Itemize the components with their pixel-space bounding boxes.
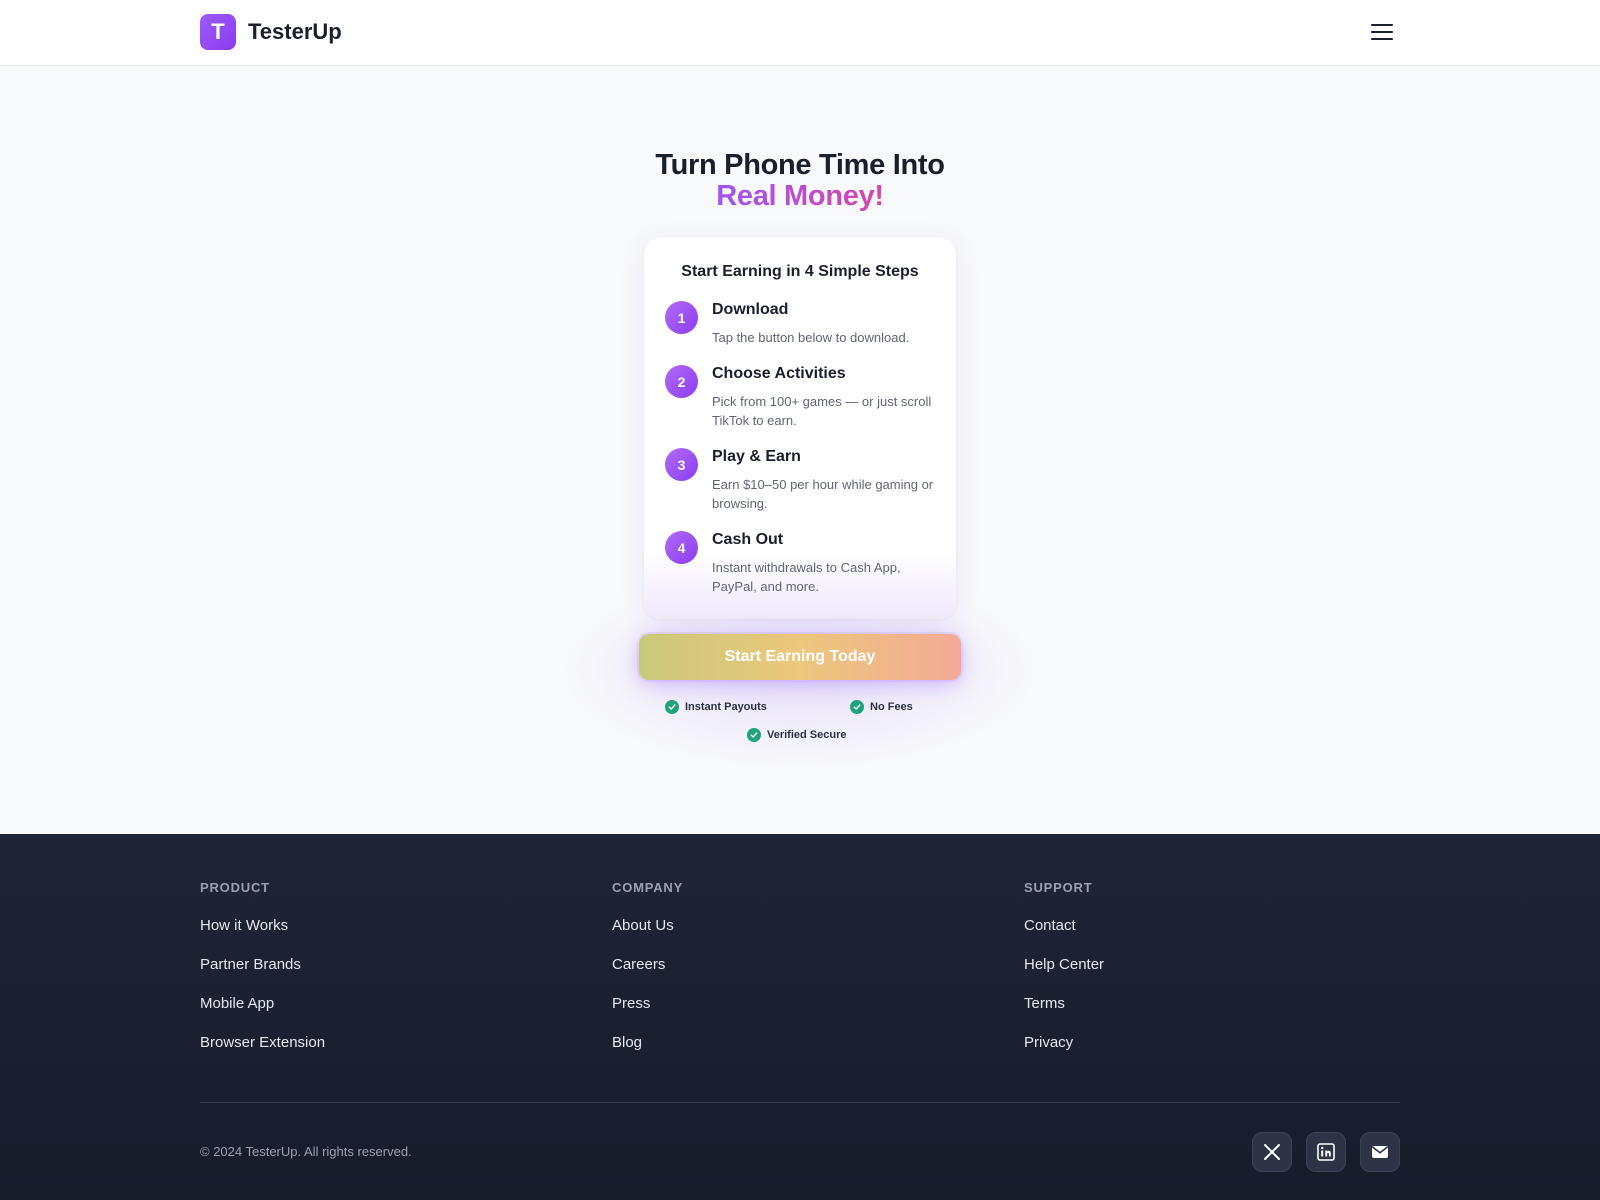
trust-badge-label: Instant Payouts — [685, 701, 767, 713]
footer-link-help-center[interactable]: Help Center — [1024, 956, 1104, 976]
site-header: T TesterUp — [0, 0, 1600, 66]
trust-badge-label: Verified Secure — [767, 729, 847, 741]
footer-link-blog[interactable]: Blog — [612, 1034, 683, 1054]
hamburger-menu-icon[interactable] — [1368, 20, 1396, 44]
check-circle-icon — [747, 728, 761, 742]
steps-card: Start Earning in 4 Simple Steps 1 Downlo… — [643, 236, 957, 619]
footer-column-title: SUPPORT — [1024, 880, 1093, 895]
mail-icon[interactable] — [1360, 1132, 1400, 1172]
footer-link-browser-extension[interactable]: Browser Extension — [200, 1034, 325, 1054]
footer-link-press[interactable]: Press — [612, 995, 683, 1015]
step-title: Cash Out — [712, 531, 784, 548]
trust-badge-label: No Fees — [870, 701, 913, 713]
check-circle-icon — [665, 700, 679, 714]
step-number-badge: 1 — [665, 301, 698, 334]
footer-link-mobile-app[interactable]: Mobile App — [200, 995, 325, 1015]
trust-badge-instant-payouts: Instant Payouts — [665, 700, 767, 714]
footer-column-product: PRODUCT How it Works Partner Brands Mobi… — [200, 880, 325, 1073]
footer-link-partner-brands[interactable]: Partner Brands — [200, 956, 325, 976]
footer-link-careers[interactable]: Careers — [612, 956, 683, 976]
hero-title: Turn Phone Time Into Real Money! — [0, 150, 1600, 212]
step-number-badge: 4 — [665, 531, 698, 564]
step-title: Play & Earn — [712, 448, 801, 465]
linkedin-icon[interactable] — [1306, 1132, 1346, 1172]
hero-title-line1: Turn Phone Time Into — [655, 149, 945, 181]
hero-title-accent: Real Money! — [716, 180, 884, 212]
footer-link-how-it-works[interactable]: How it Works — [200, 917, 325, 937]
footer-link-terms[interactable]: Terms — [1024, 995, 1104, 1015]
check-circle-icon — [850, 700, 864, 714]
trust-badge-no-fees: No Fees — [850, 700, 913, 714]
brand-name: TesterUp — [248, 19, 342, 44]
footer-column-support: SUPPORT Contact Help Center Terms Privac… — [1024, 880, 1104, 1073]
footer-link-contact[interactable]: Contact — [1024, 917, 1104, 937]
footer-link-about-us[interactable]: About Us — [612, 917, 683, 937]
step-number-badge: 2 — [665, 365, 698, 398]
footer-column-title: PRODUCT — [200, 880, 270, 895]
copyright-text: © 2024 TesterUp. All rights reserved. — [200, 1144, 412, 1159]
step-description: Pick from 100+ games — or just scroll Ti… — [712, 394, 932, 428]
brand-logo-link[interactable]: T TesterUp — [200, 14, 342, 50]
x-icon[interactable] — [1252, 1132, 1292, 1172]
step-title: Choose Activities — [712, 365, 846, 382]
step-description: Tap the button below to download. — [712, 330, 910, 345]
footer-column-company: COMPANY About Us Careers Press Blog — [612, 880, 683, 1073]
footer-link-privacy[interactable]: Privacy — [1024, 1034, 1104, 1054]
trust-badge-verified-secure: Verified Secure — [747, 728, 847, 742]
steps-heading: Start Earning in 4 Simple Steps — [681, 263, 919, 280]
step-description: Earn $10–50 per hour while gaming or bro… — [712, 477, 934, 511]
step-number-badge: 3 — [665, 448, 698, 481]
step-title: Download — [712, 301, 789, 318]
start-earning-button[interactable]: Start Earning Today — [639, 634, 961, 680]
footer-column-title: COMPANY — [612, 880, 684, 895]
footer-divider — [200, 1102, 1400, 1103]
logo-icon: T — [200, 14, 236, 50]
site-footer: PRODUCT How it Works Partner Brands Mobi… — [0, 834, 1600, 1200]
step-description: Instant withdrawals to Cash App, PayPal,… — [712, 560, 901, 594]
